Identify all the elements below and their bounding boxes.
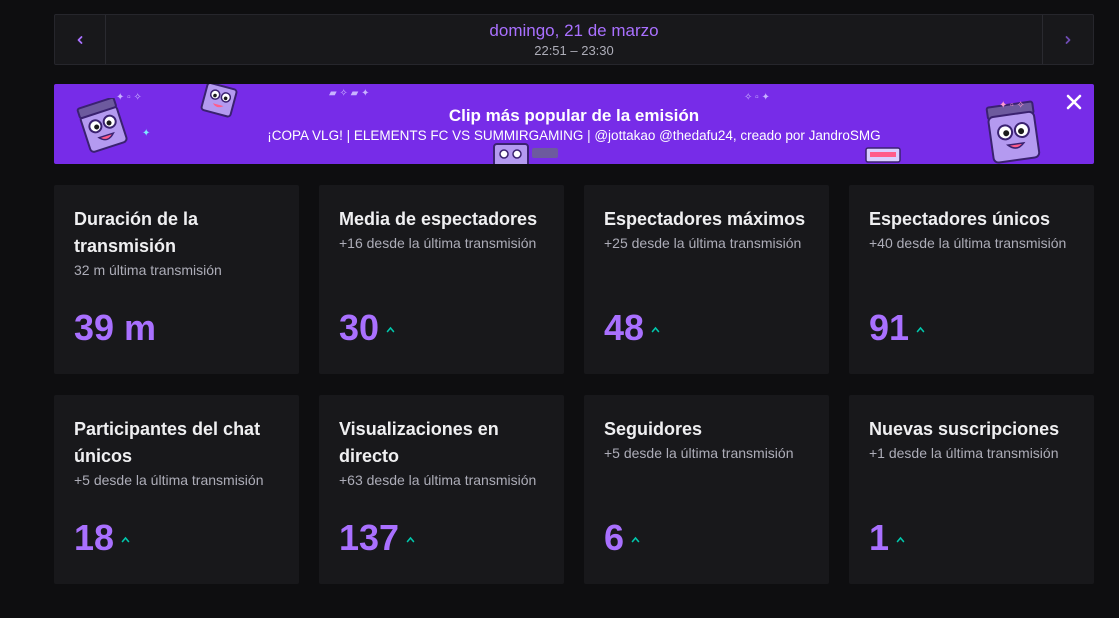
stat-title: Visualizaciones en directo: [339, 419, 499, 466]
confetti-decoration: ✧ ▫ ✦: [744, 92, 770, 103]
stat-comparison: +1 desde la última transmisión: [869, 445, 1059, 461]
stat-title: Nuevas suscripciones: [869, 419, 1060, 439]
stat-value: 91: [869, 307, 910, 348]
stat-title: Participantes del chat únicos: [74, 419, 261, 466]
trend-up-icon: [651, 326, 660, 332]
stat-value-row: 1: [869, 518, 905, 558]
trend-up-icon: [121, 536, 130, 542]
stat-value: 39 m: [74, 307, 157, 348]
mascot-bottom-illustration: [493, 143, 558, 164]
stat-card-duration: Duración de la transmisión 32 m última t…: [54, 185, 299, 374]
stat-value-row: 91: [869, 308, 925, 348]
stat-comparison: +5 desde la última transmisión: [604, 445, 794, 461]
stat-card-live-views: Visualizaciones en directo +63 desde la …: [319, 395, 564, 584]
date-display: domingo, 21 de marzo 22:51 – 23:30: [106, 15, 1042, 64]
stats-grid: Duración de la transmisión 32 m última t…: [54, 185, 1094, 584]
stat-title: Espectadores únicos: [869, 209, 1051, 229]
stat-comparison: 32 m última transmisión: [74, 262, 222, 278]
mascot-bottom-right-illustration: [865, 147, 901, 163]
stat-value: 30: [339, 307, 380, 348]
close-banner-button[interactable]: [1064, 92, 1084, 112]
stat-value-row: 30: [339, 308, 395, 348]
top-clip-banner[interactable]: ✦ ▫ ✧ ✦ ▰ ✧ ▰ ✦ ✧ ▫ ✦ ✦ ▫ ✧ Clip más pop…: [54, 84, 1094, 164]
stat-value-row: 137: [339, 518, 415, 558]
stat-card-unique-viewers: Espectadores únicos +40 desde la última …: [849, 185, 1094, 374]
stat-value-row: 18: [74, 518, 130, 558]
stat-comparison: +63 desde la última transmisión: [339, 472, 537, 488]
stream-time-range: 22:51 – 23:30: [534, 42, 614, 58]
close-icon: [1066, 94, 1082, 110]
stat-title: Duración de la transmisión: [74, 209, 199, 256]
stat-comparison: +40 desde la última transmisión: [869, 235, 1067, 251]
stat-title: Seguidores: [604, 419, 703, 439]
confetti-decoration: ▰ ✧ ▰ ✦: [329, 88, 370, 99]
chevron-right-icon: [1065, 35, 1071, 44]
stat-comparison: +5 desde la última transmisión: [74, 472, 264, 488]
stat-value-row: 48: [604, 308, 660, 348]
banner-title: Clip más popular de la emisión: [448, 106, 700, 125]
stat-value: 137: [339, 517, 400, 558]
stat-card-unique-chatters: Participantes del chat únicos +5 desde l…: [54, 395, 299, 584]
trend-up-icon: [386, 326, 395, 332]
stat-title: Media de espectadores: [339, 209, 538, 229]
stat-value: 6: [604, 517, 625, 558]
stat-card-average-viewers: Media de espectadores +16 desde la últim…: [319, 185, 564, 374]
stream-date: domingo, 21 de marzo: [489, 20, 659, 40]
stream-summary: domingo, 21 de marzo 22:51 – 23:30 ✦ ▫ ✧…: [54, 14, 1094, 584]
stat-comparison: +25 desde la última transmisión: [604, 235, 802, 251]
trend-up-icon: [896, 536, 905, 542]
clip-title-link[interactable]: ¡COPA VLG! | ELEMENTS FC VS SUMMIRGAMING…: [54, 127, 1094, 145]
stat-value-row: 39 m: [74, 308, 156, 348]
stat-value: 1: [869, 517, 890, 558]
stat-value: 48: [604, 307, 645, 348]
previous-stream-button[interactable]: [55, 15, 106, 64]
trend-up-icon: [631, 536, 640, 542]
stat-value-row: 6: [604, 518, 640, 558]
stat-card-followers: Seguidores +5 desde la última transmisió…: [584, 395, 829, 584]
trend-up-icon: [916, 326, 925, 332]
confetti-decoration: ✦ ▫ ✧: [116, 92, 142, 103]
stat-card-new-subscriptions: Nuevas suscripciones +1 desde la última …: [849, 395, 1094, 584]
banner-text: Clip más popular de la emisión ¡COPA VLG…: [54, 106, 1094, 145]
stat-value: 18: [74, 517, 115, 558]
trend-up-icon: [406, 536, 415, 542]
date-navigator: domingo, 21 de marzo 22:51 – 23:30: [54, 14, 1094, 65]
next-stream-button[interactable]: [1042, 15, 1093, 64]
chevron-left-icon: [77, 35, 83, 44]
stat-comparison: +16 desde la última transmisión: [339, 235, 537, 251]
stat-card-peak-viewers: Espectadores máximos +25 desde la última…: [584, 185, 829, 374]
stat-title: Espectadores máximos: [604, 209, 806, 229]
